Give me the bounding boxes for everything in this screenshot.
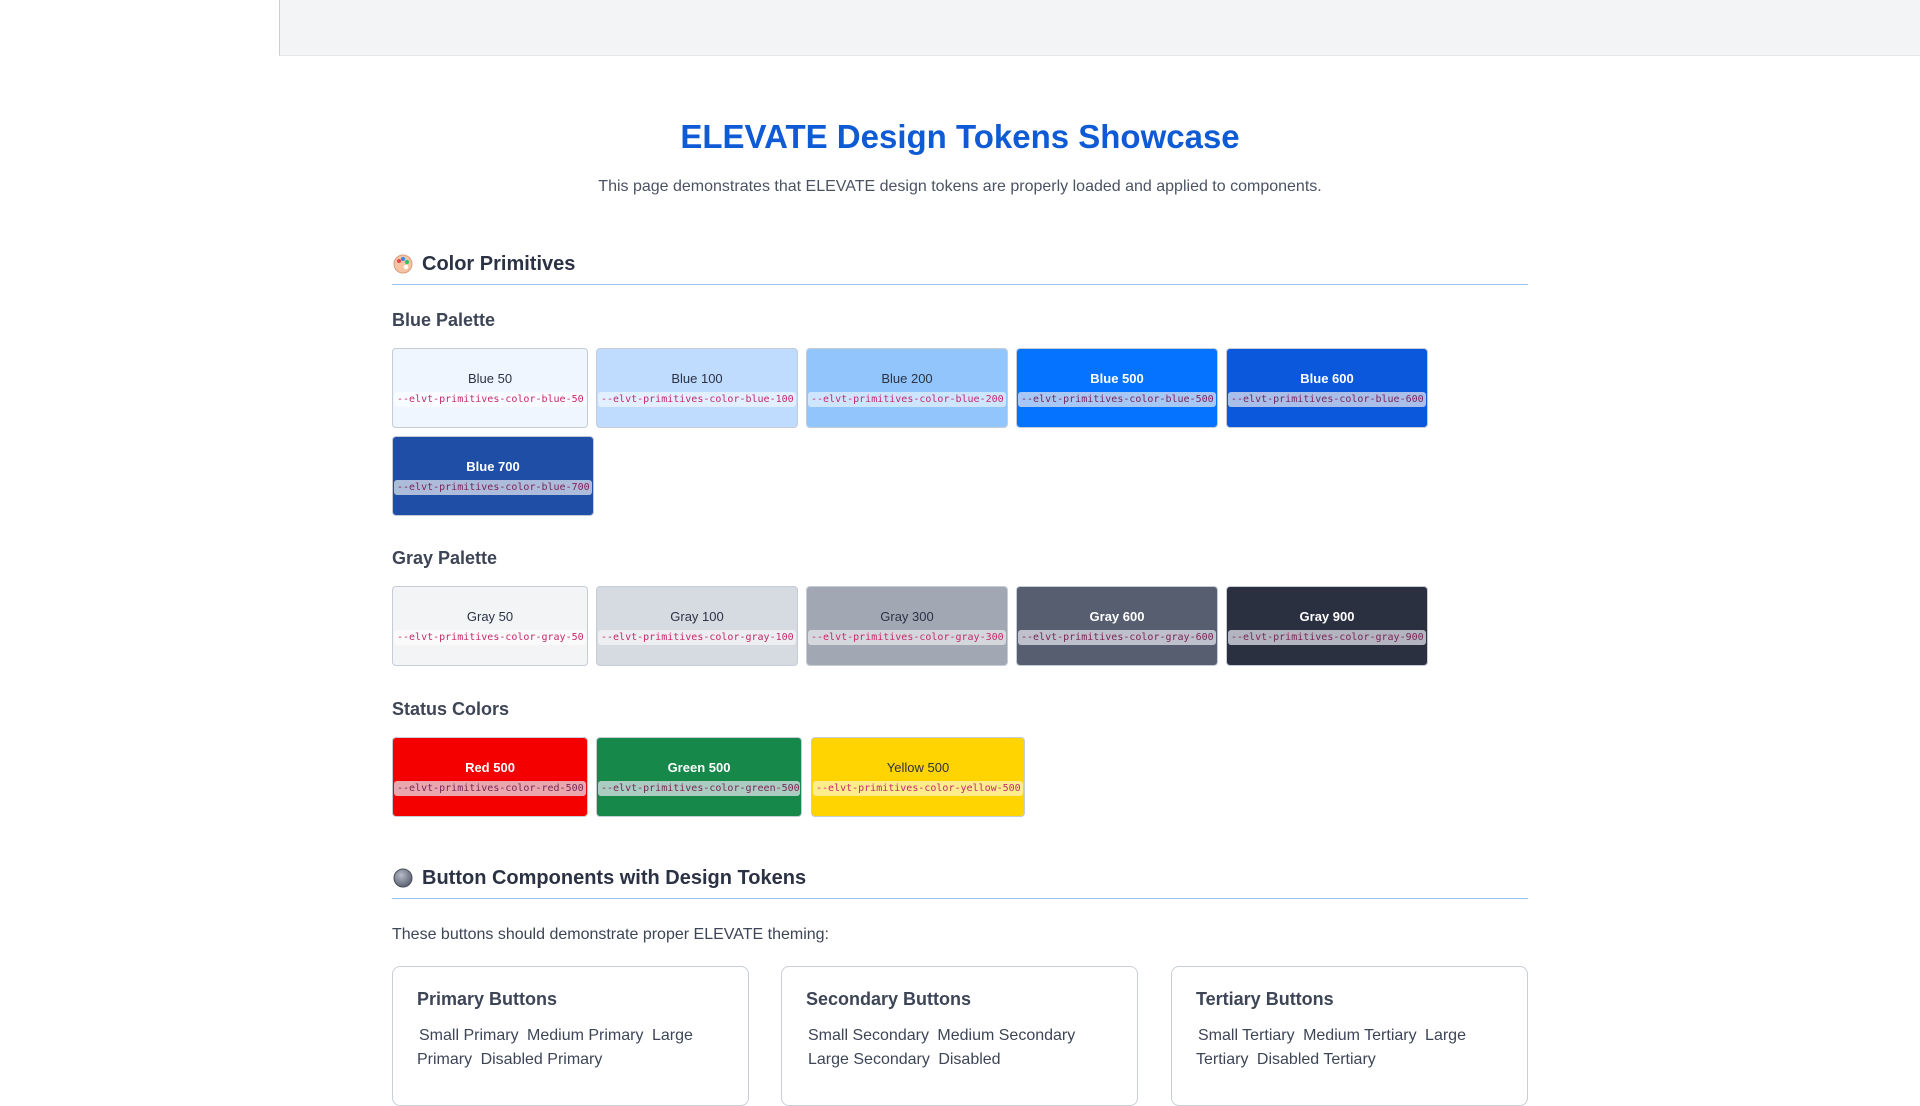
swatch-token: --elvt-primitives-color-blue-50 (394, 392, 586, 407)
swatch-green-500: Green 500 --elvt-primitives-color-green-… (596, 737, 802, 817)
swatch-gray-900: Gray 900 --elvt-primitives-color-gray-90… (1226, 586, 1428, 666)
swatch-blue-200: Blue 200 --elvt-primitives-color-blue-20… (806, 348, 1008, 428)
primary-buttons-card: Primary Buttons Small Primary Medium Pri… (392, 966, 749, 1106)
swatch-name: Blue 700 (466, 459, 520, 474)
disabled-tertiary-button: Disabled Tertiary (1256, 1051, 1376, 1068)
swatch-token: --elvt-primitives-color-blue-700 (394, 480, 592, 495)
swatch-token: --elvt-primitives-color-blue-600 (1228, 392, 1426, 407)
button-group: Small Tertiary Medium Tertiary Large Ter… (1196, 1024, 1503, 1072)
swatch-token: --elvt-primitives-color-gray-100 (598, 630, 796, 645)
swatch-token: --elvt-primitives-color-blue-500 (1018, 392, 1216, 407)
swatch-token: --elvt-primitives-color-gray-50 (394, 630, 586, 645)
swatch-red-500: Red 500 --elvt-primitives-color-red-500 (392, 737, 588, 817)
swatch-gray-50: Gray 50 --elvt-primitives-color-gray-50 (392, 586, 588, 666)
swatch-name: Gray 100 (670, 609, 724, 624)
swatch-gray-600: Gray 600 --elvt-primitives-color-gray-60… (1016, 586, 1218, 666)
swatch-blue-700: Blue 700 --elvt-primitives-color-blue-70… (392, 436, 594, 516)
tertiary-buttons-card: Tertiary Buttons Small Tertiary Medium T… (1171, 966, 1528, 1106)
swatch-blue-100: Blue 100 --elvt-primitives-color-blue-10… (596, 348, 798, 428)
swatch-token: --elvt-primitives-color-blue-200 (808, 392, 1006, 407)
blue-palette-title: Blue Palette (392, 310, 496, 330)
secondary-buttons-card: Secondary Buttons Small Secondary Medium… (781, 966, 1138, 1106)
page-title: ELEVATE Design Tokens Showcase (680, 118, 1240, 155)
swatch-gray-300: Gray 300 --elvt-primitives-color-gray-30… (806, 586, 1008, 666)
swatch-blue-500: Blue 500 --elvt-primitives-color-blue-50… (1016, 348, 1218, 428)
button-group: Small Secondary Medium Secondary Large S… (806, 1024, 1113, 1072)
card-title: Tertiary Buttons (1196, 989, 1334, 1009)
swatch-yellow-500: Yellow 500 --elvt-primitives-color-yello… (811, 737, 1025, 817)
swatch-blue-600: Blue 600 --elvt-primitives-color-blue-60… (1226, 348, 1428, 428)
swatch-token: --elvt-primitives-color-yellow-500 (813, 781, 1023, 796)
swatch-name: Red 500 (465, 760, 515, 775)
section-button-components: Button Components with Design Tokens (392, 858, 1528, 899)
swatch-name: Blue 100 (671, 371, 723, 386)
swatch-token: --elvt-primitives-color-green-500 (598, 781, 800, 796)
swatch-name: Gray 900 (1299, 609, 1355, 624)
swatch-token: --elvt-primitives-color-gray-300 (808, 630, 1006, 645)
page-subtitle: This page demonstrates that ELEVATE desi… (598, 178, 1322, 195)
section-title: Color Primitives (422, 252, 576, 275)
palette-icon (392, 253, 414, 275)
section-title: Button Components with Design Tokens (422, 866, 807, 889)
swatch-name: Green 500 (667, 760, 731, 775)
status-colors-title: Status Colors (392, 699, 510, 719)
gray-palette-title: Gray Palette (392, 548, 498, 568)
small-primary-button[interactable]: Small Primary (417, 1027, 521, 1044)
swatch-name: Gray 50 (466, 609, 514, 624)
swatch-name: Gray 300 (880, 609, 934, 624)
card-title: Primary Buttons (417, 989, 558, 1009)
swatch-token: --elvt-primitives-color-red-500 (394, 781, 586, 796)
medium-primary-button[interactable]: Medium Primary (525, 1027, 645, 1044)
section-color-primitives: Color Primitives (392, 244, 1528, 285)
top-bar (279, 0, 1920, 56)
circle-icon (392, 867, 414, 889)
disabled-primary-button: Disabled Primary (480, 1051, 603, 1068)
card-title: Secondary Buttons (806, 989, 972, 1009)
swatch-name: Blue 600 (1300, 371, 1354, 386)
swatch-blue-50: Blue 50 --elvt-primitives-color-blue-50 (392, 348, 588, 428)
swatch-token: --elvt-primitives-color-blue-100 (598, 392, 796, 407)
swatch-name: Blue 500 (1090, 371, 1144, 386)
swatch-gray-100: Gray 100 --elvt-primitives-color-gray-10… (596, 586, 798, 666)
swatch-token: --elvt-primitives-color-gray-900 (1228, 630, 1426, 645)
swatch-name: Yellow 500 (886, 760, 950, 775)
swatch-name: Blue 50 (467, 371, 513, 386)
small-tertiary-button[interactable]: Small Tertiary (1196, 1027, 1297, 1044)
large-secondary-button[interactable]: Large Secondary (806, 1051, 932, 1068)
swatch-name: Gray 600 (1089, 609, 1145, 624)
small-secondary-button[interactable]: Small Secondary (806, 1027, 931, 1044)
buttons-intro: These buttons should demonstrate proper … (392, 926, 829, 943)
swatch-name: Blue 200 (881, 371, 933, 386)
swatch-token: --elvt-primitives-color-gray-600 (1018, 630, 1216, 645)
medium-secondary-button[interactable]: Medium Secondary (935, 1027, 1077, 1044)
button-group: Small Primary Medium Primary Large Prima… (417, 1024, 724, 1072)
medium-tertiary-button[interactable]: Medium Tertiary (1301, 1027, 1419, 1044)
disabled-secondary-button: Disabled (938, 1051, 1001, 1068)
